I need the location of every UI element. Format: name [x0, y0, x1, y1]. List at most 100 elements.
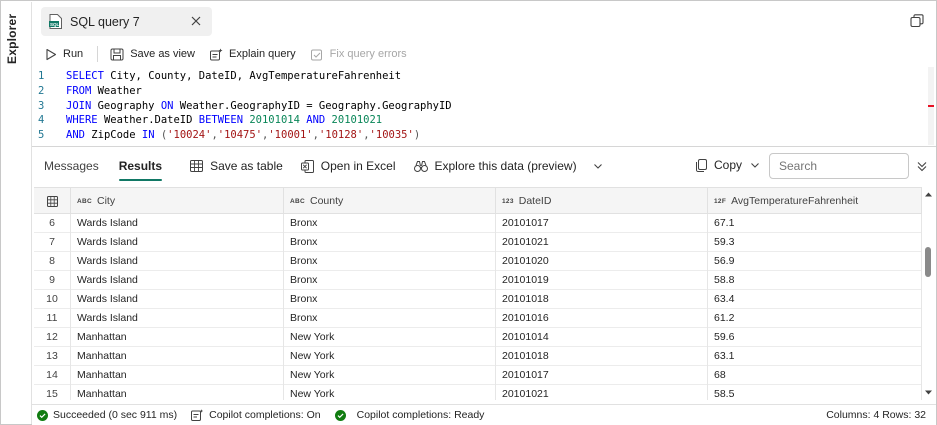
scroll-down-icon[interactable]: [924, 388, 933, 397]
save-as-table-button[interactable]: Save as table: [190, 159, 283, 173]
table-cell[interactable]: Wards Island: [71, 290, 284, 309]
line-number: 5: [38, 129, 45, 142]
code-text[interactable]: WHERE Weather.DateID BETWEEN 20101014 AN…: [66, 113, 382, 128]
code-token: FROM: [66, 84, 98, 97]
copy-button[interactable]: Copy: [696, 158, 767, 172]
save-as-table-label: Save as table: [210, 159, 283, 173]
collapse-chevron-icon[interactable]: [915, 159, 929, 173]
table-cell[interactable]: Bronx: [284, 214, 496, 233]
restore-window-icon[interactable]: [910, 14, 924, 28]
tab-results[interactable]: Results: [109, 147, 172, 185]
table-cell[interactable]: New York: [284, 385, 496, 400]
table-cell[interactable]: Bronx: [284, 309, 496, 328]
code-text[interactable]: JOIN Geography ON Weather.GeographyID = …: [66, 99, 452, 114]
code-token: Weather.GeographyID = Geography.Geograph…: [179, 99, 452, 112]
table-cell[interactable]: Bronx: [284, 290, 496, 309]
table-cell[interactable]: 20101020: [496, 252, 708, 271]
table-cell[interactable]: 59.6: [708, 328, 922, 347]
table-cell[interactable]: 20101014: [496, 328, 708, 347]
table-cell[interactable]: 63.4: [708, 290, 922, 309]
column-header[interactable]: 123 DateID: [496, 188, 708, 214]
table-cell[interactable]: Wards Island: [71, 309, 284, 328]
sql-editor[interactable]: 1 SELECT City, County, DateID, AvgTempera…: [32, 67, 936, 147]
table-cell[interactable]: 20101017: [496, 366, 708, 385]
row-number: 13: [34, 347, 71, 366]
table-cell[interactable]: 56.9: [708, 252, 922, 271]
table-row[interactable]: 12 Manhattan New York 20101014 59.6: [34, 328, 922, 347]
explain-query-button[interactable]: Explain query: [209, 48, 296, 61]
table-cell[interactable]: Manhattan: [71, 328, 284, 347]
code-token: Weather: [97, 84, 142, 97]
table-cell[interactable]: 63.1: [708, 347, 922, 366]
toolbar-divider: [97, 46, 99, 62]
code-text[interactable]: FROM Weather: [66, 84, 142, 99]
table-cell[interactable]: 58.5: [708, 385, 922, 400]
code-token: ZipCode: [91, 129, 142, 142]
code-text[interactable]: SELECT City, County, DateID, AvgTemperat…: [66, 69, 401, 84]
status-succeeded: Succeeded (0 sec 911 ms): [37, 409, 177, 421]
table-cell[interactable]: Wards Island: [71, 252, 284, 271]
table-cell[interactable]: 20101017: [496, 214, 708, 233]
explore-data-button[interactable]: Explore this data (preview): [413, 159, 610, 173]
table-cell[interactable]: Manhattan: [71, 366, 284, 385]
table-row[interactable]: 7 Wards Island Bronx 20101021 59.3: [34, 233, 922, 252]
table-cell[interactable]: Manhattan: [71, 385, 284, 400]
table-row[interactable]: 9 Wards Island Bronx 20101019 58.8: [34, 271, 922, 290]
table-cell[interactable]: 20101021: [496, 233, 708, 252]
save-as-view-button[interactable]: Save as view: [110, 48, 195, 61]
table-row[interactable]: 13 Manhattan New York 20101018 63.1: [34, 347, 922, 366]
table-cell[interactable]: 20101016: [496, 309, 708, 328]
scroll-thumb[interactable]: [925, 247, 931, 277]
code-token: '10001': [268, 129, 313, 142]
column-header[interactable]: ABC City: [71, 188, 284, 214]
column-header[interactable]: 12F AvgTemperatureFahrenheit: [708, 188, 922, 214]
excel-icon: [300, 159, 314, 173]
column-name: City: [96, 195, 116, 207]
table-cell[interactable]: New York: [284, 328, 496, 347]
column-header[interactable]: ABC County: [284, 188, 496, 214]
scroll-up-icon[interactable]: [924, 190, 933, 199]
chevron-down-icon[interactable]: [593, 162, 603, 170]
table-cell[interactable]: 20101021: [496, 385, 708, 400]
tab-sql-query[interactable]: SQL SQL query 7: [41, 7, 212, 36]
table-cell[interactable]: Wards Island: [71, 214, 284, 233]
fix-query-errors-button[interactable]: Fix query errors: [310, 48, 407, 61]
grid-scrollbar[interactable]: [922, 187, 935, 400]
table-row[interactable]: 15 Manhattan New York 20101021 58.5: [34, 385, 922, 400]
table-cell[interactable]: 20101018: [496, 347, 708, 366]
table-cell[interactable]: 58.8: [708, 271, 922, 290]
line-number: 2: [38, 84, 45, 97]
table-cell[interactable]: Bronx: [284, 233, 496, 252]
table-cell[interactable]: Wards Island: [71, 271, 284, 290]
table-cell[interactable]: 68: [708, 366, 922, 385]
table-cell[interactable]: 20101018: [496, 290, 708, 309]
table-cell[interactable]: New York: [284, 347, 496, 366]
table-cell[interactable]: Bronx: [284, 252, 496, 271]
table-cell[interactable]: 20101019: [496, 271, 708, 290]
table-row[interactable]: 6 Wards Island Bronx 20101017 67.1: [34, 214, 922, 233]
table-row[interactable]: 10 Wards Island Bronx 20101018 63.4: [34, 290, 922, 309]
code-token: WHERE: [66, 114, 104, 127]
table-row[interactable]: 11 Wards Island Bronx 20101016 61.2: [34, 309, 922, 328]
search-input[interactable]: [769, 153, 909, 179]
explorer-label[interactable]: Explorer: [5, 14, 19, 64]
table-cell[interactable]: New York: [284, 366, 496, 385]
select-all-cell[interactable]: [34, 188, 71, 214]
results-bar: Messages Results Save as table Open in E…: [32, 147, 936, 185]
open-in-excel-button[interactable]: Open in Excel: [300, 159, 396, 173]
tab-messages[interactable]: Messages: [34, 147, 109, 185]
chevron-down-icon[interactable]: [750, 161, 760, 169]
table-cell[interactable]: 61.2: [708, 309, 922, 328]
table-row[interactable]: 8 Wards Island Bronx 20101020 56.9: [34, 252, 922, 271]
table-cell[interactable]: 59.3: [708, 233, 922, 252]
copilot-completions-toggle[interactable]: Copilot completions: On: [191, 409, 321, 421]
run-button[interactable]: Run: [45, 48, 83, 61]
table-cell[interactable]: Manhattan: [71, 347, 284, 366]
table-cell[interactable]: Wards Island: [71, 233, 284, 252]
close-icon[interactable]: [188, 13, 204, 29]
code-text[interactable]: AND ZipCode IN ('10024','10475','10001',…: [66, 128, 420, 143]
table-cell[interactable]: 67.1: [708, 214, 922, 233]
explorer-rail[interactable]: Explorer: [2, 2, 32, 424]
table-row[interactable]: 14 Manhattan New York 20101017 68: [34, 366, 922, 385]
table-cell[interactable]: Bronx: [284, 271, 496, 290]
